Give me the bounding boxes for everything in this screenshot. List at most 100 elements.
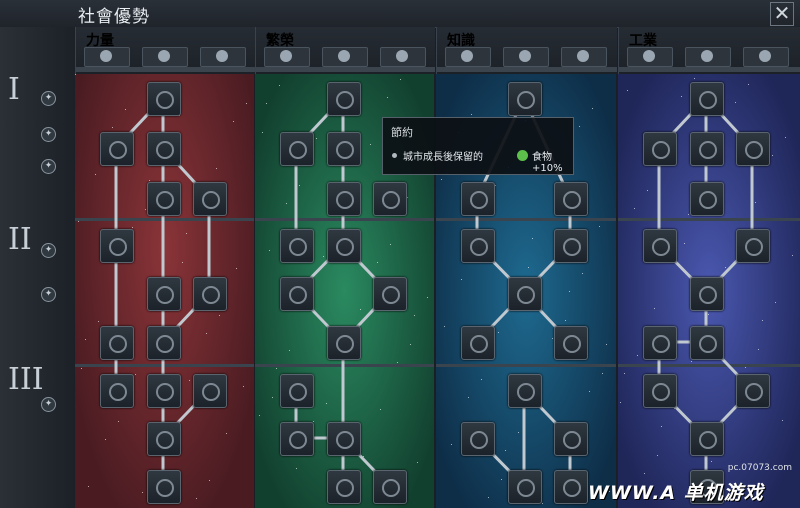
policy-node[interactable]: [327, 229, 361, 263]
knowledge-category-button[interactable]: [503, 47, 549, 67]
tier-1-slot-button[interactable]: ✦: [41, 91, 56, 106]
policy-icon: [336, 91, 354, 109]
column-header-power: 力量: [75, 27, 255, 74]
policy-icon: [156, 91, 174, 109]
policy-node[interactable]: [554, 326, 588, 360]
policy-icon: [289, 431, 307, 449]
close-icon[interactable]: ✕: [770, 2, 794, 26]
policy-node[interactable]: [508, 374, 542, 408]
policy-icon: [745, 238, 763, 256]
policy-node[interactable]: [147, 182, 181, 216]
policy-icon: [517, 286, 535, 304]
policy-node[interactable]: [147, 277, 181, 311]
policy-node[interactable]: [690, 277, 724, 311]
policy-icon: [699, 431, 717, 449]
policy-node[interactable]: [508, 470, 542, 504]
policy-node[interactable]: [643, 374, 677, 408]
policy-node[interactable]: [327, 82, 361, 116]
policy-node[interactable]: [461, 182, 495, 216]
policy-node[interactable]: [736, 132, 770, 166]
policy-node[interactable]: [461, 422, 495, 456]
tier-3-slot-button[interactable]: ✦: [41, 397, 56, 412]
power-category-button[interactable]: [200, 47, 246, 67]
policy-node[interactable]: [327, 326, 361, 360]
wheat-icon: [396, 50, 408, 62]
policy-node[interactable]: [280, 132, 314, 166]
policy-node[interactable]: [554, 229, 588, 263]
policy-node[interactable]: [508, 82, 542, 116]
column-header-prosperity: 繁榮: [255, 27, 435, 74]
watermark-brand: WWW.A 单机游戏: [588, 482, 764, 504]
knowledge-progress-bar: [437, 67, 617, 72]
policy-icon: [202, 191, 220, 209]
policy-node[interactable]: [100, 132, 134, 166]
policy-node[interactable]: [554, 422, 588, 456]
tier-2-slot-button[interactable]: ✦: [41, 243, 56, 258]
policy-node[interactable]: [280, 422, 314, 456]
box-icon: [701, 50, 713, 62]
policy-node[interactable]: [690, 132, 724, 166]
policy-node[interactable]: [690, 82, 724, 116]
policy-node[interactable]: [643, 326, 677, 360]
policy-node[interactable]: [147, 132, 181, 166]
policy-node[interactable]: [643, 132, 677, 166]
policy-icon: [336, 335, 354, 353]
policy-icon: [156, 286, 174, 304]
policy-node[interactable]: [280, 374, 314, 408]
industry-category-button[interactable]: [743, 47, 789, 67]
policy-icon: [202, 383, 220, 401]
policy-icon: [470, 431, 488, 449]
policy-node[interactable]: [461, 326, 495, 360]
policy-node[interactable]: [736, 229, 770, 263]
tooltip-value: +10%: [532, 163, 563, 174]
policy-node[interactable]: [280, 277, 314, 311]
policy-node[interactable]: [327, 470, 361, 504]
policy-node[interactable]: [373, 277, 407, 311]
policy-icon: [652, 335, 670, 353]
scholar-icon: [461, 50, 473, 62]
policy-node[interactable]: [327, 422, 361, 456]
prosperity-category-button[interactable]: [322, 47, 368, 67]
industry-category-button[interactable]: [685, 47, 731, 67]
policy-node[interactable]: [193, 277, 227, 311]
policy-node[interactable]: [100, 229, 134, 263]
policy-icon: [289, 286, 307, 304]
policy-node[interactable]: [508, 277, 542, 311]
knowledge-category-button[interactable]: [445, 47, 491, 67]
policy-node[interactable]: [373, 470, 407, 504]
policy-node[interactable]: [690, 422, 724, 456]
policy-node[interactable]: [100, 374, 134, 408]
policy-node[interactable]: [327, 132, 361, 166]
policy-node[interactable]: [100, 326, 134, 360]
policy-node[interactable]: [736, 374, 770, 408]
policy-node[interactable]: [147, 470, 181, 504]
tier-1-slot-button[interactable]: ✦: [41, 127, 56, 142]
policy-node[interactable]: [147, 82, 181, 116]
policy-node[interactable]: [280, 229, 314, 263]
policy-node[interactable]: [327, 182, 361, 216]
policy-node[interactable]: [147, 422, 181, 456]
policy-icon: [336, 141, 354, 159]
policy-node[interactable]: [643, 229, 677, 263]
policy-node[interactable]: [690, 182, 724, 216]
power-category-button[interactable]: [84, 47, 130, 67]
prosperity-category-button[interactable]: [264, 47, 310, 67]
policy-node[interactable]: [373, 182, 407, 216]
policy-node[interactable]: [461, 229, 495, 263]
tier-1-slot-button[interactable]: ✦: [41, 159, 56, 174]
power-category-button[interactable]: [142, 47, 188, 67]
policy-node[interactable]: [554, 470, 588, 504]
tier-2-slot-button[interactable]: ✦: [41, 287, 56, 302]
policy-node[interactable]: [690, 326, 724, 360]
policy-node[interactable]: [147, 326, 181, 360]
policy-node[interactable]: [554, 182, 588, 216]
prosperity-category-button[interactable]: [380, 47, 426, 67]
knowledge-category-button[interactable]: [561, 47, 607, 67]
policy-node[interactable]: [193, 182, 227, 216]
policy-icon: [156, 431, 174, 449]
policy-icon: [563, 191, 581, 209]
industry-category-button[interactable]: [627, 47, 673, 67]
policy-node[interactable]: [193, 374, 227, 408]
policy-icon: [563, 238, 581, 256]
policy-node[interactable]: [147, 374, 181, 408]
